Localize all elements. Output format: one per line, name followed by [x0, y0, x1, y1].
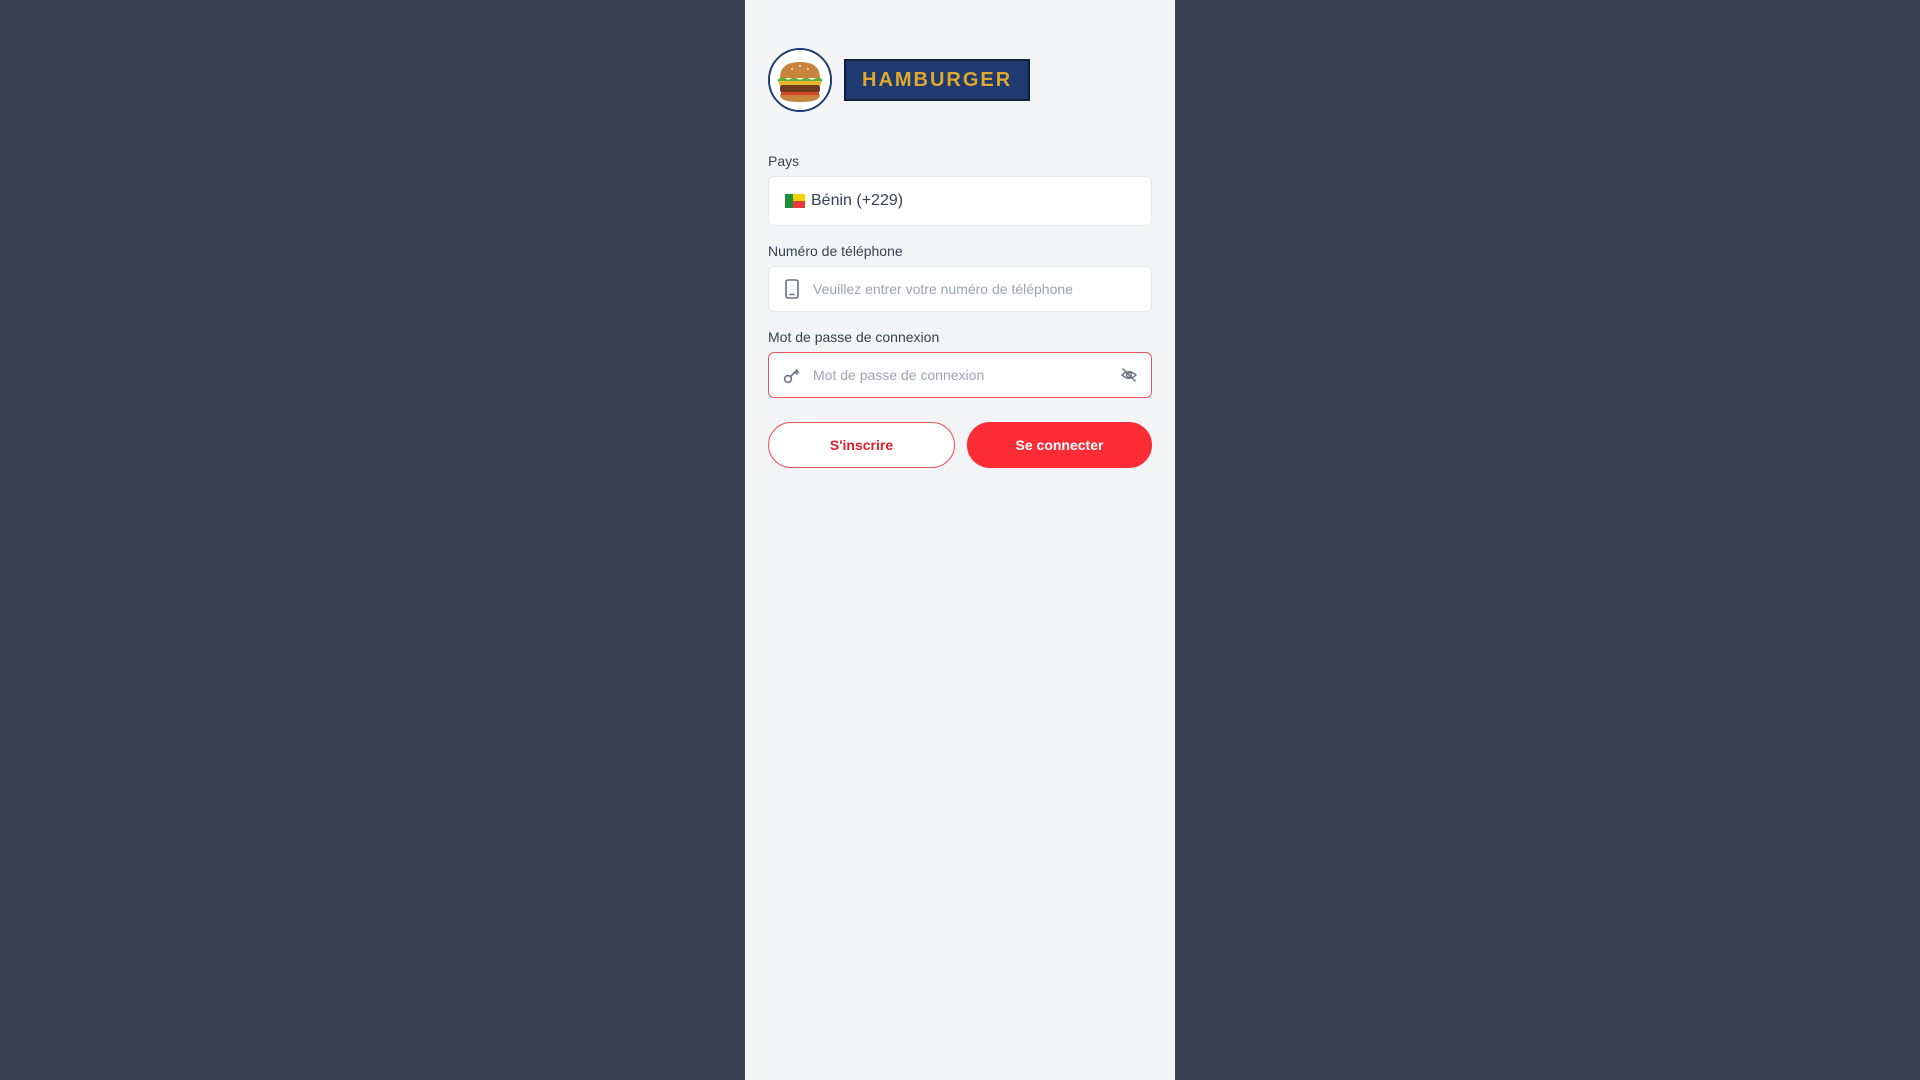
register-button[interactable]: S'inscrire: [768, 422, 955, 468]
eye-off-icon[interactable]: [1119, 365, 1139, 385]
country-value: Bénin (+229): [811, 192, 904, 209]
password-field: [768, 352, 1152, 398]
benin-flag-icon: [785, 194, 805, 208]
country-label: Pays: [768, 153, 800, 169]
brand-name: HAMBURGER: [844, 59, 1031, 101]
key-icon: [782, 365, 802, 385]
phone-input[interactable]: [813, 267, 1151, 311]
brand-header: HAMBURGER: [768, 48, 1031, 112]
phone-label: Numéro de téléphone: [768, 243, 903, 259]
password-input[interactable]: [813, 353, 1119, 397]
smartphone-icon: [782, 279, 802, 299]
hamburger-icon: [768, 48, 832, 112]
phone-field: [768, 266, 1152, 312]
login-panel: HAMBURGER Pays Bénin (+229) Numéro de té…: [745, 0, 1175, 1080]
password-label: Mot de passe de connexion: [768, 329, 940, 345]
login-button[interactable]: Se connecter: [967, 422, 1152, 468]
country-select[interactable]: Bénin (+229): [768, 176, 1152, 226]
